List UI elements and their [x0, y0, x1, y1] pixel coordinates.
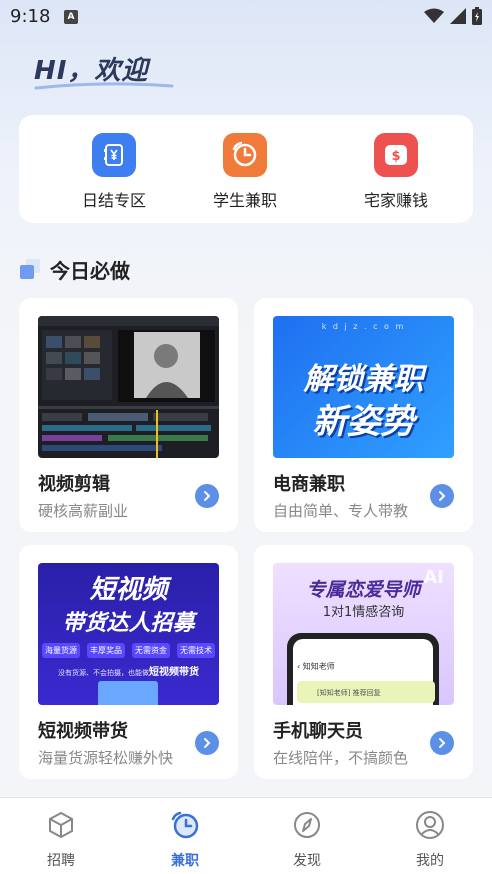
phone-chat-header: ‹ 知知老师	[297, 662, 335, 671]
phone-chat-bubble: [知知老师] 推荐回复	[297, 681, 435, 703]
tab-label: 招聘	[47, 853, 75, 869]
chat-banner-image: 专属恋爱导师 1对1情感咨询 AI ‹ 知知老师 [知知老师] 推荐回复	[273, 563, 454, 705]
phone-illustration: ‹ 知知老师 [知知老师] 推荐回复	[287, 633, 439, 705]
job-card-ecommerce[interactable]: k d j z . c o m 解锁兼职 新姿势 电商兼职 自由简单、专人带教	[254, 298, 473, 532]
banner-subheadline: 1对1情感咨询	[322, 605, 405, 620]
job-card-video-editing[interactable]: 视频剪辑 硬核高薪副业	[19, 298, 238, 532]
yen-wallet-icon	[92, 133, 136, 177]
card-title: 手机聊天员	[273, 721, 363, 742]
banner-tag: 无需资金	[132, 643, 170, 658]
card-title: 短视频带货	[38, 721, 128, 742]
chevron-right-icon[interactable]	[195, 731, 219, 755]
battery-icon	[472, 7, 482, 25]
signal-icon	[450, 8, 466, 24]
phone-chat-name: 知知老师	[302, 662, 335, 671]
bottom-tab-bar: 招聘 兼职 发现 我的	[0, 797, 492, 874]
ai-badge: AI	[423, 567, 444, 588]
quick-link-daily-pay[interactable]: 日结专区	[54, 133, 174, 211]
section-title: 今日必做	[20, 255, 130, 284]
banner-tags: 海量货源 丰厚奖品 无需资金 无需技术	[42, 643, 215, 658]
phone-screen: ‹ 知知老师 [知知老师] 推荐回复	[293, 639, 435, 705]
tab-label: 发现	[293, 853, 321, 869]
quick-link-student[interactable]: 学生兼职	[185, 133, 305, 211]
quick-link-label: 学生兼职	[212, 191, 277, 210]
quick-link-home-earn[interactable]: $ 宅家赚钱	[336, 133, 456, 211]
wifi-icon	[424, 8, 444, 23]
banner-headline-2: 带货达人招募	[62, 611, 195, 636]
clock-icon	[223, 133, 267, 177]
tab-discover[interactable]: 发现	[272, 810, 342, 870]
clock-icon	[171, 811, 199, 839]
section-title-text: 今日必做	[50, 259, 130, 283]
job-card-short-video[interactable]: 短视频 带货达人招募 海量货源 丰厚奖品 无需资金 无需技术 没有货源、不会拍摄…	[19, 545, 238, 779]
status-icons	[424, 7, 482, 25]
chevron-right-icon[interactable]	[430, 731, 454, 755]
banner-footnote-strong: 短视频带货	[149, 667, 199, 678]
quick-link-label: 宅家赚钱	[363, 191, 428, 210]
banner-tag: 无需技术	[177, 643, 215, 658]
tab-mine[interactable]: 我的	[395, 810, 465, 870]
card-title: 电商兼职	[273, 474, 345, 495]
card-title: 视频剪辑	[38, 474, 110, 495]
quick-links-card: 日结专区 学生兼职 $ 宅家赚钱	[19, 115, 473, 223]
card-subtitle: 自由简单、专人带教	[273, 502, 409, 520]
banner-headline: 短视频	[89, 575, 168, 605]
tab-part-time[interactable]: 兼职	[150, 810, 220, 870]
banner-headline: 解锁兼职	[303, 362, 424, 397]
status-time: 9:18	[10, 6, 51, 27]
svg-text:$: $	[391, 149, 400, 164]
banner-illustration	[98, 681, 158, 705]
banner-headline-2: 新姿势	[312, 402, 415, 442]
banner-tag: 丰厚奖品	[87, 643, 125, 658]
quick-link-label: 日结专区	[81, 191, 146, 210]
status-bar: 9:18 A	[0, 0, 492, 34]
chevron-right-icon[interactable]	[195, 484, 219, 508]
chevron-right-icon[interactable]	[430, 484, 454, 508]
tab-label: 我的	[416, 853, 444, 869]
job-card-phone-chat[interactable]: 专属恋爱导师 1对1情感咨询 AI ‹ 知知老师 [知知老师] 推荐回复 手机聊…	[254, 545, 473, 779]
tab-recruit[interactable]: 招聘	[26, 810, 96, 870]
card-subtitle: 在线陪伴，不搞颜色	[273, 749, 409, 767]
greeting-underline	[34, 82, 174, 90]
video-editor-image	[38, 316, 219, 458]
card-subtitle: 硬核高薪副业	[38, 502, 129, 520]
section-mark-icon	[20, 258, 42, 281]
dollar-coin-icon: $	[374, 133, 418, 177]
compass-icon	[294, 812, 320, 838]
cube-icon	[49, 811, 73, 839]
banner-footnote-text: 没有货源、不会拍摄，也能做	[58, 669, 149, 677]
ecommerce-banner-image: k d j z . c o m 解锁兼职 新姿势	[273, 316, 454, 458]
banner-footnote: 没有货源、不会拍摄，也能做短视频带货	[42, 663, 215, 678]
notification-icon: A	[64, 10, 78, 24]
user-icon	[416, 811, 444, 839]
short-video-banner-image: 短视频 带货达人招募 海量货源 丰厚奖品 无需资金 无需技术 没有货源、不会拍摄…	[38, 563, 219, 705]
card-subtitle: 海量货源轻松赚外快	[38, 749, 174, 767]
tab-label: 兼职	[171, 853, 199, 869]
banner-url: k d j z . c o m	[321, 322, 406, 331]
banner-tag: 海量货源	[42, 643, 80, 658]
